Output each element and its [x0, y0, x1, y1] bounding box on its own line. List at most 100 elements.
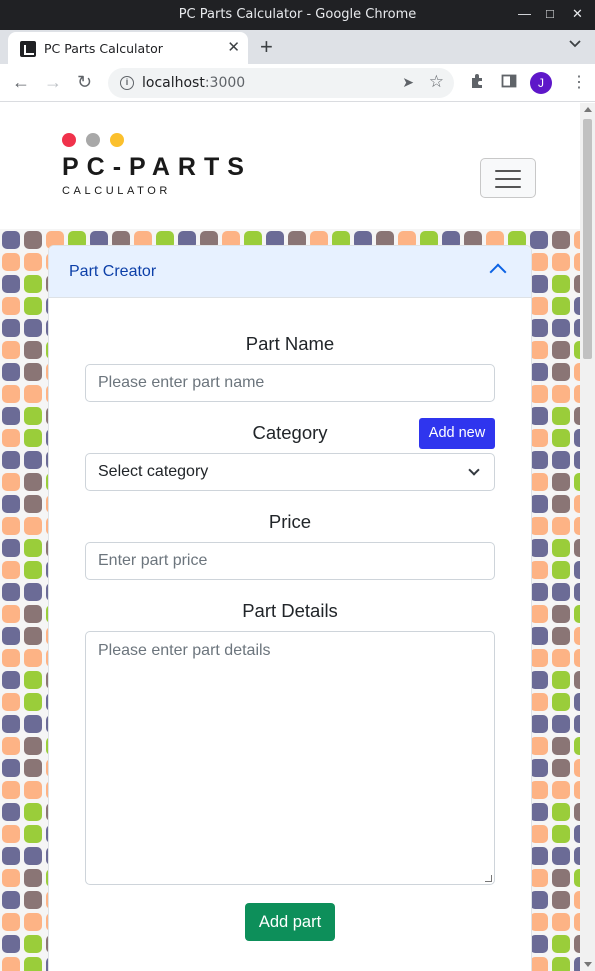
pattern-tile: [530, 869, 548, 887]
new-tab-icon[interactable]: +: [260, 34, 273, 60]
chrome-menu-icon[interactable]: ⋮: [571, 72, 587, 92]
logo-dot-red: [62, 133, 76, 147]
pattern-tile: [552, 231, 570, 249]
pattern-tile: [2, 847, 20, 865]
hamburger-icon: [495, 178, 521, 180]
minimize-icon[interactable]: —: [518, 6, 531, 21]
logo-dots: [62, 133, 142, 149]
pattern-tile: [552, 737, 570, 755]
close-icon[interactable]: ✕: [572, 6, 583, 22]
pattern-tile: [552, 561, 570, 579]
pattern-tile: [530, 385, 548, 403]
chevron-up-icon: [489, 263, 507, 281]
pattern-tile: [2, 671, 20, 689]
tab-close-icon[interactable]: ✕: [227, 38, 240, 56]
scroll-down-arrow-icon[interactable]: [584, 962, 592, 967]
pattern-tile: [24, 913, 42, 931]
logo-dot-grey: [86, 133, 100, 147]
app-favicon-icon: [20, 41, 36, 57]
pattern-tile: [2, 737, 20, 755]
pattern-tile: [530, 803, 548, 821]
browser-tab[interactable]: PC Parts Calculator ✕: [8, 32, 248, 64]
forward-arrow-icon[interactable]: →: [44, 72, 62, 93]
pattern-tile: [552, 341, 570, 359]
part-name-label: Part Name: [245, 333, 335, 354]
pattern-tile: [24, 275, 42, 293]
pattern-tile: [552, 473, 570, 491]
pattern-tile: [552, 539, 570, 557]
pattern-tile: [552, 583, 570, 601]
price-input[interactable]: [85, 542, 495, 580]
tab-search-chevron-icon[interactable]: [569, 38, 581, 50]
pattern-tile: [552, 275, 570, 293]
pattern-tile: [2, 605, 20, 623]
pattern-tile: [2, 869, 20, 887]
pattern-tile: [24, 319, 42, 337]
pattern-tile: [2, 693, 20, 711]
pattern-tile: [24, 539, 42, 557]
send-tab-icon[interactable]: ➤: [402, 74, 414, 91]
pattern-tile: [24, 627, 42, 645]
hamburger-icon: [495, 170, 521, 172]
maximize-icon[interactable]: □: [546, 6, 554, 21]
category-select[interactable]: Select category: [85, 453, 495, 491]
pattern-tile: [24, 737, 42, 755]
pattern-tile: [530, 363, 548, 381]
part-details-textarea[interactable]: [85, 631, 495, 885]
pattern-tile: [530, 319, 548, 337]
pattern-tile: [552, 429, 570, 447]
pattern-tile: [552, 935, 570, 953]
pattern-tile: [530, 583, 548, 601]
resize-grip-icon[interactable]: [485, 875, 492, 882]
pattern-tile: [2, 627, 20, 645]
extensions-puzzle-icon[interactable]: [469, 73, 485, 89]
pattern-tile: [24, 451, 42, 469]
back-arrow-icon[interactable]: ←: [12, 72, 30, 93]
part-name-input[interactable]: [85, 364, 495, 402]
pattern-tile: [24, 649, 42, 667]
pattern-tile: [2, 803, 20, 821]
side-panel-icon[interactable]: [501, 73, 517, 89]
part-creator-accordion: Part Creator Part Name Category Add new …: [48, 245, 532, 971]
pattern-tile: [552, 253, 570, 271]
part-creator-header[interactable]: Part Creator: [49, 246, 531, 298]
pattern-tile: [2, 517, 20, 535]
part-creator-title: Part Creator: [69, 263, 157, 280]
navbar-toggler-button[interactable]: [480, 158, 536, 198]
add-part-button[interactable]: Add part: [245, 903, 335, 941]
pattern-tile: [552, 297, 570, 315]
pattern-tile: [2, 561, 20, 579]
scroll-up-arrow-icon[interactable]: [584, 107, 592, 112]
pattern-tile: [24, 759, 42, 777]
pattern-tile: [2, 891, 20, 909]
site-info-icon[interactable]: i: [120, 76, 134, 90]
pattern-tile: [2, 935, 20, 953]
pattern-tile: [552, 957, 570, 971]
hamburger-icon: [495, 186, 521, 188]
part-details-wrapper: [49, 631, 531, 885]
profile-avatar[interactable]: J: [530, 72, 552, 94]
reload-icon[interactable]: ↻: [77, 72, 92, 93]
pattern-tile: [530, 649, 548, 667]
logo-wordmark: PC-PARTS: [62, 153, 252, 181]
address-bar[interactable]: i localhost:3000 ➤ ☆: [108, 68, 454, 98]
pattern-tile: [530, 891, 548, 909]
page-scrollbar[interactable]: [580, 103, 595, 971]
pattern-tile: [552, 517, 570, 535]
pattern-tile: [2, 231, 20, 249]
pattern-tile: [2, 451, 20, 469]
pattern-tile: [2, 759, 20, 777]
pattern-tile: [24, 495, 42, 513]
pattern-tile: [530, 913, 548, 931]
pattern-tile: [552, 495, 570, 513]
pattern-tile: [24, 407, 42, 425]
bookmark-star-icon[interactable]: ☆: [429, 72, 444, 92]
scrollbar-thumb[interactable]: [583, 119, 592, 359]
add-new-category-button[interactable]: Add new: [419, 418, 495, 449]
window-title: PC Parts Calculator - Google Chrome: [178, 7, 417, 22]
pattern-tile: [552, 363, 570, 381]
pattern-tile: [24, 715, 42, 733]
pattern-tile: [2, 407, 20, 425]
pattern-tile: [552, 605, 570, 623]
pattern-tile: [530, 341, 548, 359]
